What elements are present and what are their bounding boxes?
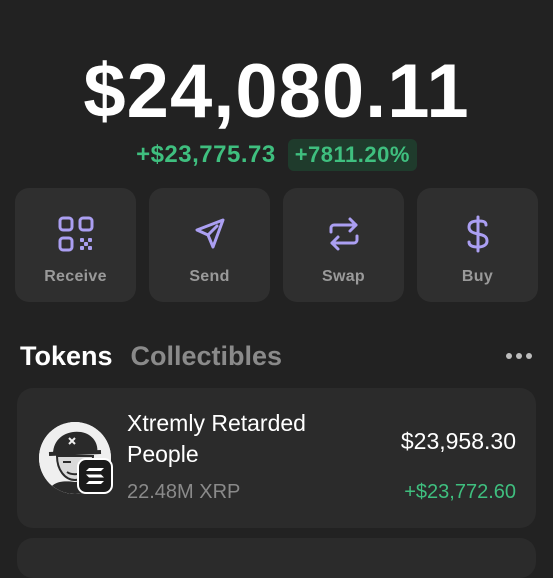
token-name: Xtremly Retarded People [127,410,306,467]
token-amount: 22.48M XRP [127,481,241,503]
more-dot [526,353,532,359]
more-dot [516,353,522,359]
send-icon [190,214,230,254]
swap-icon [324,214,364,254]
action-buttons: Receive Send Swap Buy [15,188,538,302]
portfolio-change-amount: +$23,775.73 [136,141,276,168]
swap-button[interactable]: Swap [283,188,404,302]
swap-label: Swap [322,268,365,285]
receive-button[interactable]: Receive [15,188,136,302]
dollar-icon [458,214,498,254]
buy-button[interactable]: Buy [417,188,538,302]
token-value: $23,958.30 [400,428,516,454]
portfolio-balance: $24,080.11 [83,49,470,134]
send-label: Send [189,268,230,285]
token-row-partial[interactable] [17,538,536,578]
token-row[interactable]: Xtremly Retarded People 22.48M XRP $23,9… [17,388,536,528]
qr-code-icon [56,214,96,254]
buy-label: Buy [461,268,494,285]
more-dot [506,353,512,359]
asset-tabs: Tokens Collectibles [20,338,536,374]
token-change: +$23,772.60 [404,481,516,503]
more-options-icon[interactable] [502,349,536,363]
receive-label: Receive [44,268,107,285]
tab-tokens[interactable]: Tokens [20,341,113,372]
solana-icon [77,458,113,494]
send-button[interactable]: Send [149,188,270,302]
portfolio-change-percent-badge: +7811.20% [287,139,417,171]
portfolio-change-row: +$23,775.73 +7811.20% [0,139,553,171]
tab-collectibles[interactable]: Collectibles [131,341,283,372]
